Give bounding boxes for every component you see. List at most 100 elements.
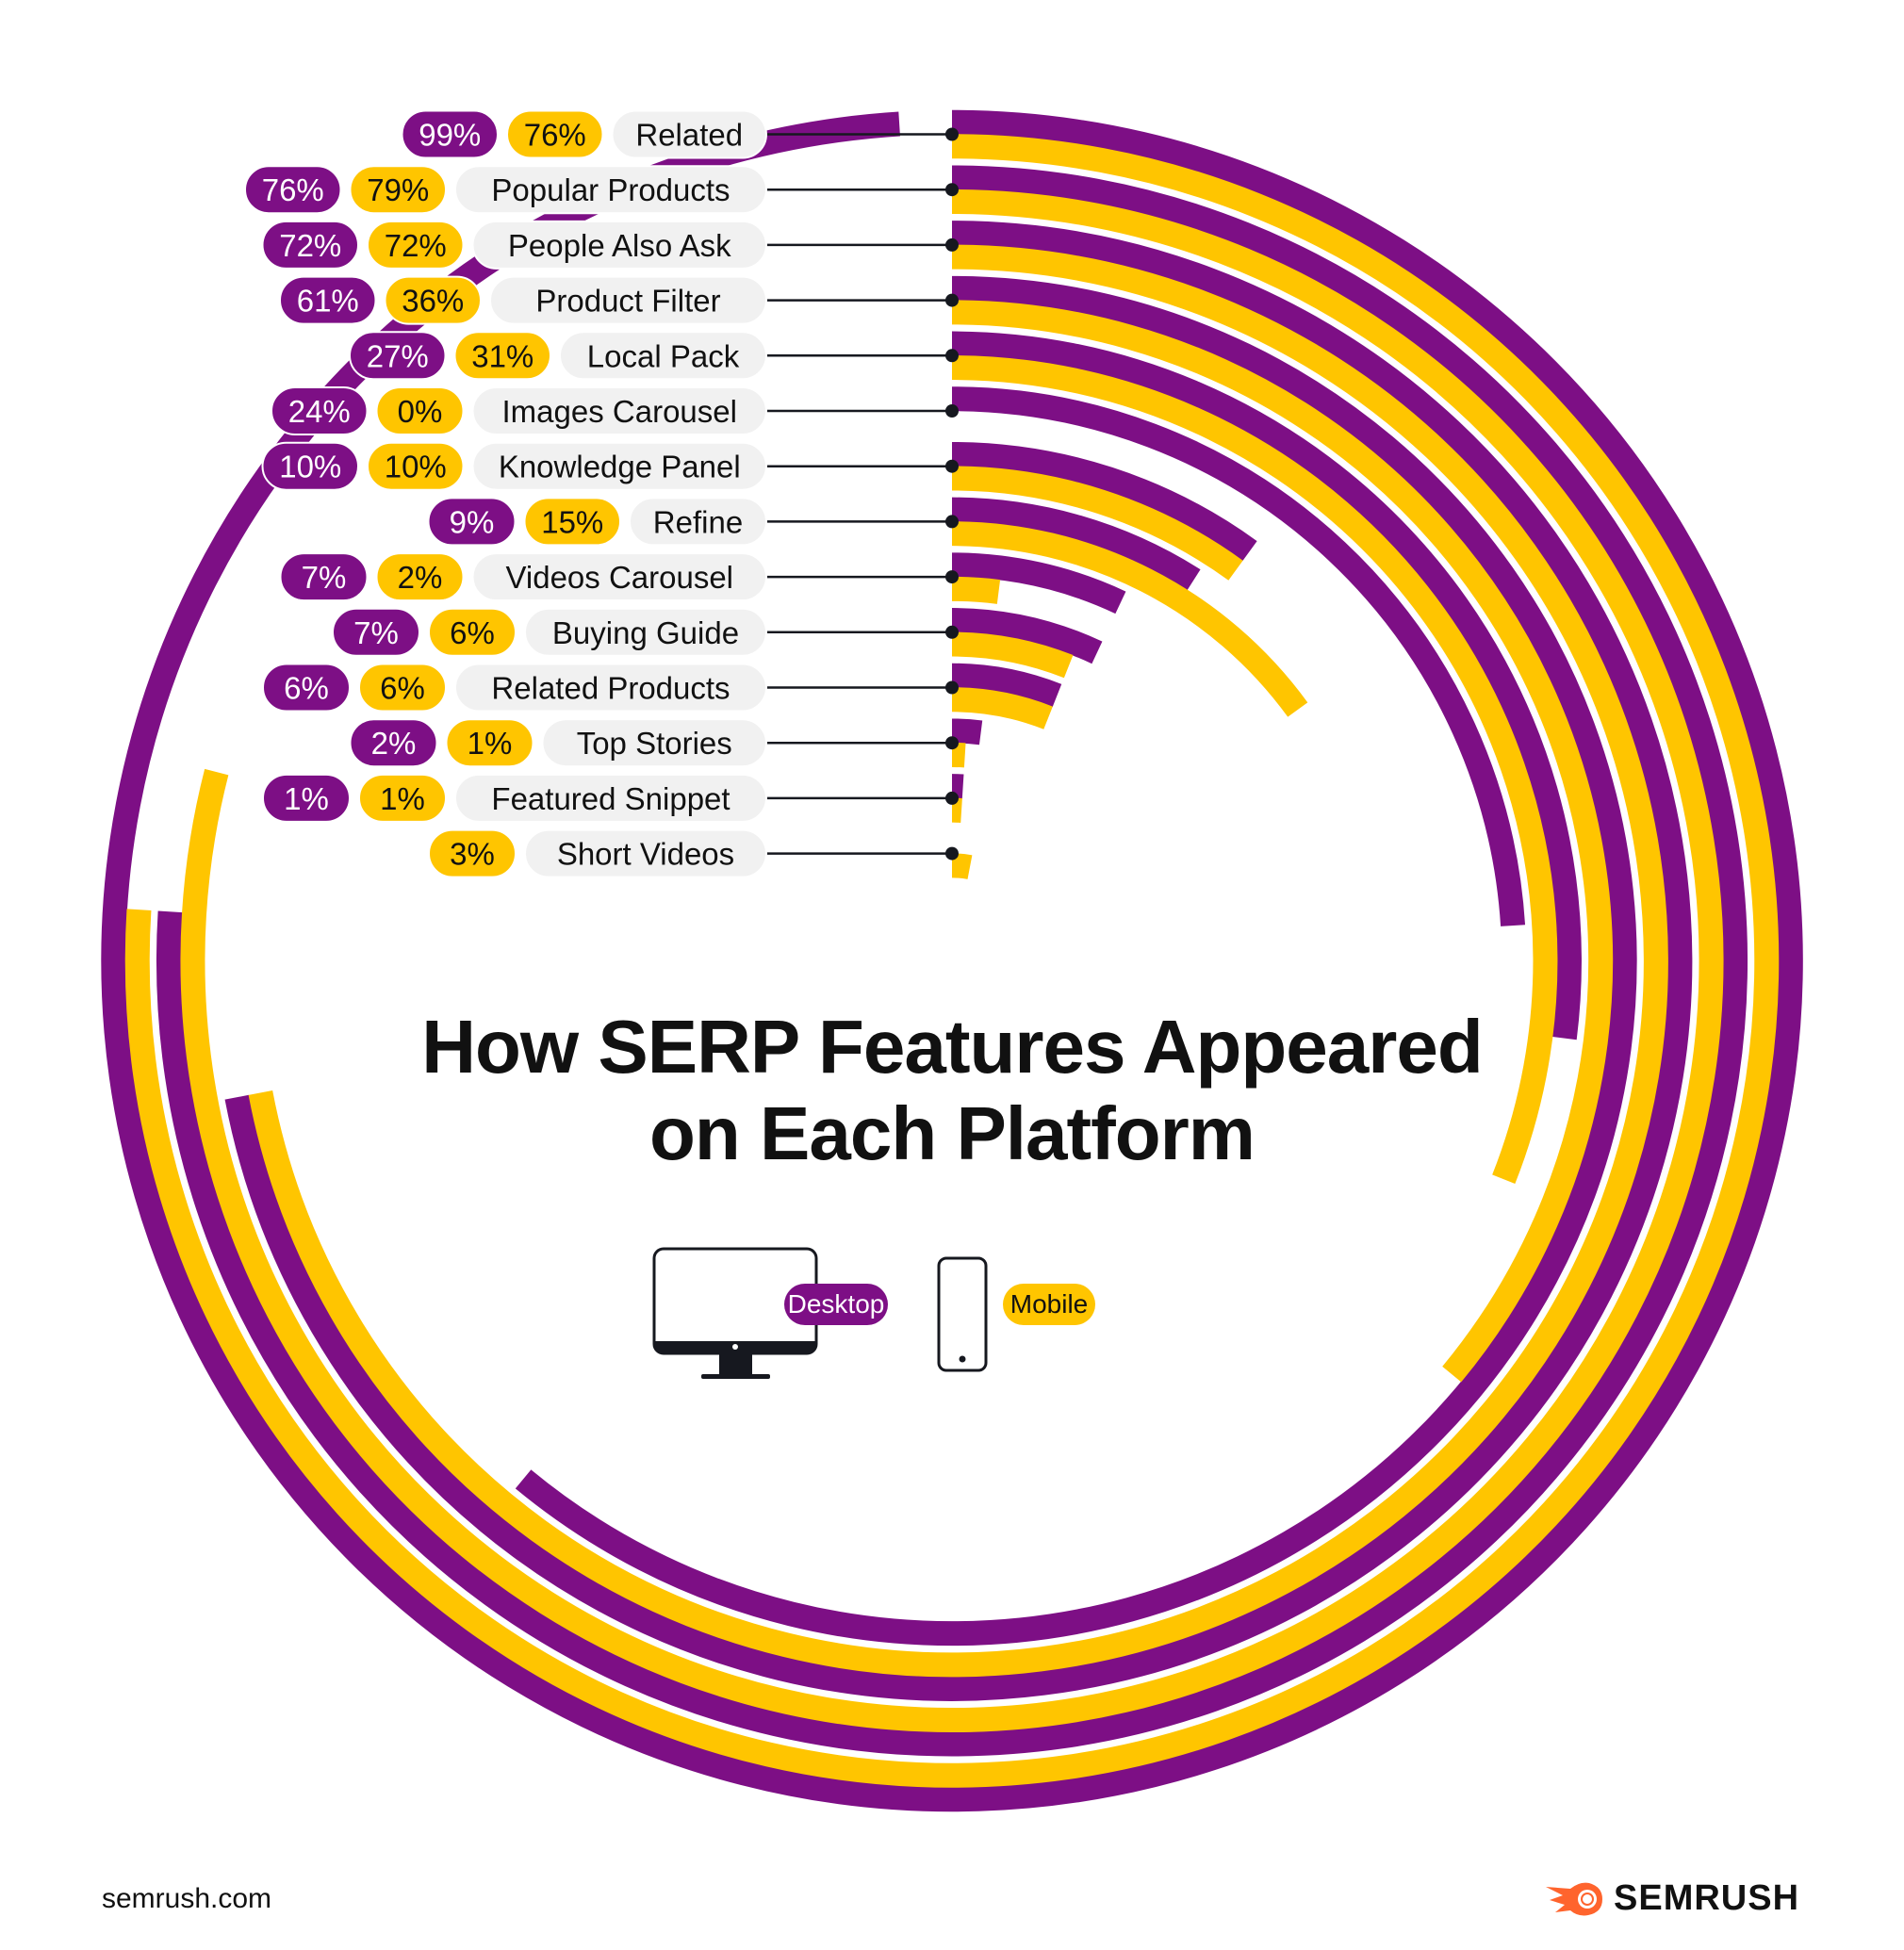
- desktop-value-label-pill: 99%: [401, 109, 499, 159]
- connector-dot: [945, 293, 959, 307]
- category-label-pill: Product Filter: [489, 275, 767, 325]
- desktop-value-label-pill: 7%: [279, 552, 369, 602]
- mobile-value-label: 3%: [450, 837, 495, 872]
- connectors-layer: [766, 127, 959, 860]
- mobile-value-label-pill: 76%: [506, 109, 604, 159]
- desktop-value-label: 61%: [297, 284, 359, 319]
- semrush-logo: SEMRUSH: [1546, 1878, 1799, 1919]
- category-label: Short Videos: [557, 837, 734, 872]
- category-label-pill: Videos Carousel: [471, 552, 767, 602]
- category-label: Local Pack: [587, 338, 740, 373]
- legend-desktop: Desktop: [784, 1284, 888, 1325]
- desktop-value-label: 27%: [367, 338, 429, 373]
- mobile-value-label: 6%: [380, 671, 425, 706]
- mobile-value-label-pill: 0%: [375, 386, 465, 435]
- mobile-value-label-pill: 31%: [453, 331, 551, 381]
- category-label: People Also Ask: [508, 228, 731, 263]
- connector-dot: [945, 127, 959, 141]
- category-label: Refine: [653, 504, 743, 539]
- mobile-arc: [951, 687, 1053, 729]
- mobile-value-label: 76%: [524, 118, 586, 153]
- mobile-arc: [951, 853, 973, 879]
- desktop-value-label: 7%: [302, 560, 347, 595]
- mobile-value-label-pill: 36%: [384, 275, 482, 325]
- category-label: Knowledge Panel: [499, 450, 741, 484]
- mobile-value-label-pill: 3%: [428, 828, 517, 878]
- mobile-value-label: 10%: [385, 450, 447, 484]
- desktop-value-label-pill: 6%: [262, 663, 351, 713]
- desktop-arc: [951, 718, 983, 746]
- desktop-value-label-pill: 7%: [332, 607, 420, 657]
- desktop-value-label-pill: 9%: [427, 497, 517, 547]
- mobile-value-label-pill: 79%: [349, 165, 447, 215]
- mobile-value-label-pill: 1%: [358, 773, 447, 823]
- chart-title: How SERP Features Appeared on Each Platf…: [0, 1004, 1904, 1177]
- mobile-value-label: 1%: [468, 726, 513, 761]
- desktop-value-label-pill: 76%: [244, 165, 342, 215]
- desktop-value-label-pill: 24%: [271, 386, 369, 435]
- category-label-pill: Refine: [629, 497, 767, 547]
- connector-dot: [945, 183, 959, 197]
- desktop-value-label-pill: 2%: [349, 718, 438, 768]
- desktop-value-label-pill: 61%: [279, 275, 377, 325]
- mobile-value-label-pill: 1%: [445, 718, 534, 768]
- category-label-pill: Featured Snippet: [454, 773, 767, 823]
- category-label-pill: Images Carousel: [471, 386, 767, 435]
- category-label: Related: [635, 118, 743, 153]
- connector-dot: [945, 349, 959, 363]
- category-label-pill: Local Pack: [559, 331, 767, 381]
- desktop-value-label: 1%: [284, 781, 329, 816]
- connector-dot: [945, 404, 959, 418]
- mobile-phone-icon: [937, 1256, 988, 1372]
- connector-dot: [945, 515, 959, 529]
- mobile-value-label: 36%: [402, 284, 464, 319]
- connector-dot: [945, 680, 959, 695]
- footer-url[interactable]: semrush.com: [102, 1883, 271, 1915]
- mobile-arc: [951, 576, 1001, 604]
- desktop-value-label: 10%: [279, 450, 341, 484]
- desktop-value-label: 7%: [353, 615, 399, 650]
- mobile-value-label: 79%: [367, 172, 429, 207]
- mobile-value-label-pill: 6%: [428, 607, 517, 657]
- category-label: Videos Carousel: [505, 560, 733, 595]
- category-label: Buying Guide: [552, 615, 739, 650]
- mobile-value-label: 1%: [380, 781, 425, 816]
- legend-mobile-label: Mobile: [1009, 1289, 1089, 1319]
- mobile-value-label: 72%: [385, 228, 447, 263]
- mobile-value-label-pill: 2%: [375, 552, 465, 602]
- mobile-arc: [951, 631, 1074, 679]
- title-line-1: How SERP Features Appeared: [421, 1005, 1483, 1089]
- desktop-value-label: 9%: [450, 504, 495, 539]
- legend-desktop-label: Desktop: [787, 1289, 885, 1319]
- legend-mobile: Mobile: [1003, 1284, 1095, 1325]
- semrush-fireball-icon: [1546, 1882, 1602, 1915]
- connector-dot: [945, 625, 959, 639]
- radial-bar-chart: Related 76% 99% Popular Products 79% 76% Peopl…: [101, 109, 1803, 1812]
- semrush-wordmark: SEMRUSH: [1614, 1878, 1800, 1918]
- desktop-value-label: 99%: [419, 118, 481, 153]
- desktop-value-label: 24%: [288, 394, 351, 429]
- mobile-value-label-pill: 10%: [367, 441, 465, 491]
- mobile-value-label: 2%: [398, 560, 443, 595]
- connector-dot: [945, 570, 959, 584]
- category-label-pill: Related: [611, 109, 767, 159]
- category-label: Product Filter: [535, 284, 720, 319]
- desktop-value-label-pill: 27%: [349, 331, 447, 381]
- category-label-pill: Buying Guide: [524, 607, 767, 657]
- category-label: Popular Products: [491, 172, 730, 207]
- connector-dot: [945, 791, 959, 805]
- category-label: Top Stories: [577, 726, 732, 761]
- mobile-value-label: 6%: [450, 615, 495, 650]
- mobile-value-label-pill: 6%: [358, 663, 447, 713]
- desktop-value-label: 2%: [371, 726, 417, 761]
- category-label-pill: People Also Ask: [471, 220, 767, 270]
- connector-dot: [945, 459, 959, 473]
- labels-layer: Related 76% 99% Popular Products 79% 76% Peopl…: [244, 109, 767, 878]
- category-label-pill: Popular Products: [454, 165, 767, 215]
- category-label-pill: Knowledge Panel: [471, 441, 767, 491]
- desktop-value-label: 72%: [279, 228, 341, 263]
- category-label-pill: Related Products: [454, 663, 767, 713]
- mobile-value-label-pill: 72%: [367, 220, 465, 270]
- mobile-value-label: 31%: [471, 338, 533, 373]
- desktop-value-label-pill: 1%: [262, 773, 351, 823]
